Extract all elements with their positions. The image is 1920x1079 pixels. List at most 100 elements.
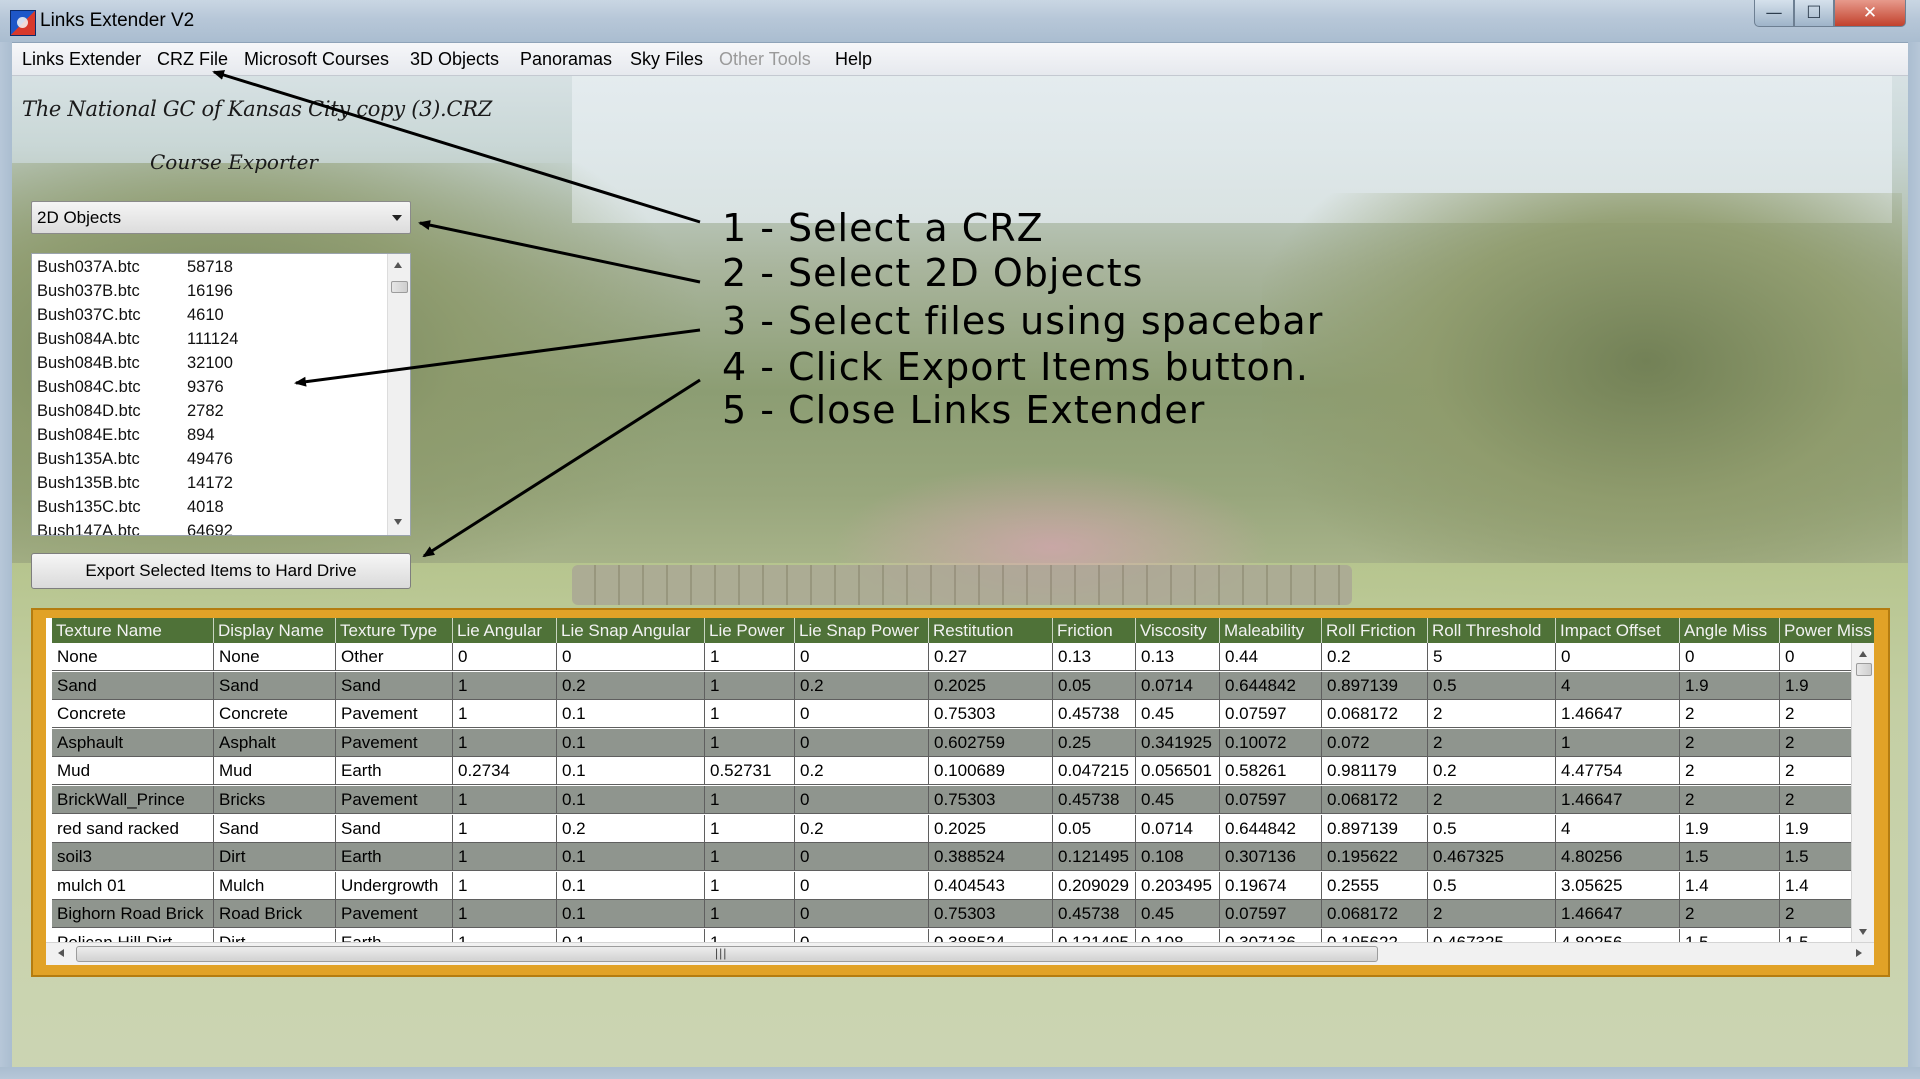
table-cell[interactable]: 0.2: [1322, 643, 1428, 671]
object-type-dropdown[interactable]: 2D Objects: [31, 201, 411, 234]
table-cell[interactable]: 1.46647: [1556, 786, 1680, 814]
table-cell[interactable]: 0.13: [1053, 643, 1136, 671]
table-cell[interactable]: Sand: [336, 814, 453, 843]
table-cell[interactable]: 1: [705, 643, 795, 671]
file-list-item[interactable]: Bush084C.btc 9376: [37, 378, 224, 402]
table-cell[interactable]: 0.07597: [1220, 786, 1322, 814]
table-cell[interactable]: 0.209029: [1053, 871, 1136, 900]
menu-other-tools[interactable]: Other Tools: [719, 49, 811, 70]
table-cell[interactable]: Asphalt: [214, 728, 336, 757]
table-cell[interactable]: 0: [557, 643, 705, 671]
table-cell[interactable]: 1: [453, 671, 557, 700]
table-cell[interactable]: 0.45738: [1053, 700, 1136, 729]
file-list-item[interactable]: Bush084B.btc 32100: [37, 354, 233, 378]
table-cell[interactable]: 4.47754: [1556, 757, 1680, 786]
table-cell[interactable]: 0.75303: [929, 900, 1053, 929]
table-cell[interactable]: 0.52731: [705, 757, 795, 786]
menu-crz-file[interactable]: CRZ File: [157, 49, 228, 70]
table-cell[interactable]: BrickWall_Prince: [52, 786, 214, 814]
scroll-up-icon[interactable]: [1859, 651, 1867, 657]
grid-column-header[interactable]: Roll Friction: [1322, 618, 1428, 643]
table-cell[interactable]: 0.27: [929, 643, 1053, 671]
table-cell[interactable]: 0.2025: [929, 814, 1053, 843]
table-cell[interactable]: Pavement: [336, 786, 453, 814]
grid-vertical-scrollbar[interactable]: [1851, 643, 1874, 943]
app-icon[interactable]: [10, 10, 36, 36]
grid-column-header[interactable]: Texture Type: [336, 618, 453, 643]
table-cell[interactable]: mulch 01: [52, 871, 214, 900]
table-cell[interactable]: 0.05: [1053, 814, 1136, 843]
scroll-up-icon[interactable]: [394, 262, 402, 268]
table-cell[interactable]: 0.5: [1428, 671, 1556, 700]
table-cell[interactable]: 0.602759: [929, 728, 1053, 757]
table-cell[interactable]: Pavement: [336, 700, 453, 729]
table-cell[interactable]: 0: [1556, 643, 1680, 671]
table-cell[interactable]: 0.195622: [1322, 843, 1428, 872]
table-cell[interactable]: 1.4: [1680, 871, 1780, 900]
table-cell[interactable]: 1.9: [1680, 671, 1780, 700]
table-cell[interactable]: 0.2025: [929, 671, 1053, 700]
table-cell[interactable]: Mud: [52, 757, 214, 786]
table-cell[interactable]: 1: [705, 728, 795, 757]
menu-3d-objects[interactable]: 3D Objects: [410, 49, 499, 70]
table-cell[interactable]: 0.45738: [1053, 900, 1136, 929]
table-cell[interactable]: Bricks: [214, 786, 336, 814]
table-cell[interactable]: 0.341925: [1136, 728, 1220, 757]
file-list-scrollbar[interactable]: [387, 254, 410, 535]
table-cell[interactable]: 0: [795, 786, 929, 814]
table-cell[interactable]: 0.1: [557, 786, 705, 814]
scroll-thumb[interactable]: [391, 281, 408, 293]
file-list-item[interactable]: Bush147A.btc 64692: [37, 522, 233, 535]
scroll-right-icon[interactable]: [1856, 949, 1862, 957]
table-cell[interactable]: Concrete: [52, 700, 214, 729]
table-cell[interactable]: 0: [795, 728, 929, 757]
table-cell[interactable]: 1: [705, 700, 795, 729]
table-cell[interactable]: 0.068172: [1322, 900, 1428, 929]
table-cell[interactable]: 2: [1680, 786, 1780, 814]
table-cell[interactable]: 2: [1428, 700, 1556, 729]
table-cell[interactable]: 0: [453, 643, 557, 671]
table-cell[interactable]: 0.45: [1136, 700, 1220, 729]
table-cell[interactable]: 0.644842: [1220, 671, 1322, 700]
scroll-down-icon[interactable]: [394, 519, 402, 525]
table-cell[interactable]: 0.068172: [1322, 786, 1428, 814]
table-cell[interactable]: None: [214, 643, 336, 671]
table-cell[interactable]: 4.80256: [1556, 843, 1680, 872]
table-cell[interactable]: 1: [705, 814, 795, 843]
table-cell[interactable]: Sand: [214, 671, 336, 700]
file-list-item[interactable]: Bush135B.btc 14172: [37, 474, 233, 498]
file-list-item[interactable]: Bush084A.btc 111124: [37, 330, 238, 354]
table-cell[interactable]: 0.897139: [1322, 671, 1428, 700]
table-cell[interactable]: Mulch: [214, 871, 336, 900]
table-cell[interactable]: 0.2555: [1322, 871, 1428, 900]
table-cell[interactable]: 1.9: [1680, 814, 1780, 843]
table-cell[interactable]: 0.644842: [1220, 814, 1322, 843]
grid-horizontal-scrollbar[interactable]: |||: [46, 942, 1874, 965]
table-cell[interactable]: Sand: [336, 671, 453, 700]
table-cell[interactable]: soil3: [52, 843, 214, 872]
table-cell[interactable]: 1: [453, 700, 557, 729]
table-cell[interactable]: 2: [1428, 786, 1556, 814]
export-items-button[interactable]: Export Selected Items to Hard Drive: [31, 553, 411, 589]
table-cell[interactable]: 1: [453, 871, 557, 900]
title-bar[interactable]: Links Extender V2 — ☐ ✕: [0, 0, 1920, 43]
table-cell[interactable]: 0.307136: [1220, 843, 1322, 872]
file-list-item[interactable]: Bush037C.btc 4610: [37, 306, 224, 330]
table-cell[interactable]: 0.2734: [453, 757, 557, 786]
file-list-item[interactable]: Bush084D.btc 2782: [37, 402, 224, 426]
table-cell[interactable]: 2: [1680, 900, 1780, 929]
table-cell[interactable]: Undergrowth: [336, 871, 453, 900]
table-cell[interactable]: 0.2: [557, 671, 705, 700]
grid-column-header[interactable]: Lie Angular: [453, 618, 557, 643]
grid-column-header[interactable]: Display Name: [214, 618, 336, 643]
table-cell[interactable]: 1: [705, 786, 795, 814]
table-cell[interactable]: 1: [453, 843, 557, 872]
table-cell[interactable]: Sand: [214, 814, 336, 843]
table-cell[interactable]: 0.108: [1136, 843, 1220, 872]
table-cell[interactable]: 1: [705, 671, 795, 700]
table-cell[interactable]: 2: [1428, 728, 1556, 757]
grid-column-header[interactable]: Viscosity: [1136, 618, 1220, 643]
table-cell[interactable]: 0: [795, 900, 929, 929]
file-list-item[interactable]: Bush084E.btc 894: [37, 426, 215, 450]
file-list-item[interactable]: Bush135A.btc 49476: [37, 450, 233, 474]
